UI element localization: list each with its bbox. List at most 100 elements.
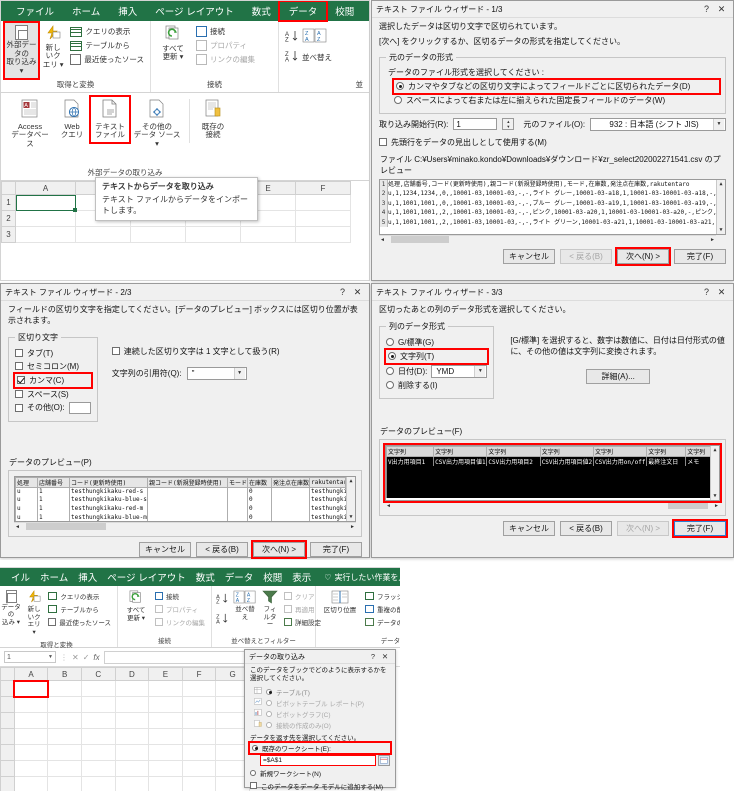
cell-a5-b[interactable] (13, 744, 49, 761)
sort-az-box[interactable]: ZAAZ (302, 28, 328, 45)
scroll-thumb[interactable] (390, 236, 449, 244)
scroll-left-icon[interactable]: ◄ (15, 524, 20, 530)
sort-az-icon[interactable]: AZ (216, 591, 229, 609)
cell-e5-b[interactable] (148, 744, 183, 761)
scroll-left-icon[interactable]: ◄ (386, 503, 391, 509)
cell-f2[interactable] (295, 210, 351, 227)
cell-b3[interactable] (75, 226, 131, 243)
radio-text[interactable]: 文字列(T) (383, 347, 490, 365)
cancel-button[interactable]: キャンセル (503, 520, 555, 536)
cell-b5-b[interactable] (47, 744, 82, 761)
cancel-button[interactable]: キャンセル (139, 541, 191, 557)
cancel-button[interactable]: キャンセル (503, 248, 555, 264)
new-query-button[interactable]: 新しいク エリ ▾ (41, 23, 65, 72)
refresh-all-button[interactable]: すべて 更新 ▾ (155, 23, 191, 64)
cell-a1-b[interactable] (13, 679, 49, 698)
tab-formulas-b[interactable]: 数式 (191, 568, 220, 586)
first-row-header-check[interactable]: 先頭行をデータの見出しとして使用する(M) (379, 137, 726, 148)
row-header-b2[interactable] (0, 696, 15, 713)
cell-d1-b[interactable] (114, 680, 150, 697)
col-header-e-b[interactable]: E (148, 667, 183, 681)
scroll-left-icon[interactable]: ◄ (380, 237, 385, 243)
cell-f3[interactable] (295, 226, 351, 243)
new-query-button-b[interactable]: 新しいク エリ ▾ (25, 588, 43, 638)
recent-sources-button-b[interactable]: 最近使ったソース (46, 616, 113, 628)
col-header-b-b[interactable]: B (47, 667, 82, 681)
cell-d6-b[interactable] (114, 760, 150, 777)
connections-button[interactable]: 接続 (194, 25, 257, 38)
date-format-select[interactable]: YMD ▼ (431, 364, 488, 378)
from-table-button[interactable]: テーブルから (68, 39, 146, 52)
cell-b7-b[interactable] (47, 776, 82, 791)
add-to-data-model-check[interactable]: このデータをデータ モデルに追加する(M) (250, 781, 390, 791)
connections-button-b[interactable]: 接続 (153, 590, 207, 602)
scroll-thumb[interactable] (25, 523, 106, 531)
origin-select[interactable]: 932 : 日本語 (シフト JIS) ▼ (590, 117, 726, 131)
wizard3-preview-vscroll[interactable]: ▲ ▼ (710, 445, 719, 500)
location-reference-input[interactable]: =$A$1 (260, 754, 376, 766)
cell-c7-b[interactable] (80, 776, 116, 791)
location-existing-sheet[interactable]: 既存のワークシート(E): (248, 740, 392, 755)
help-icon[interactable]: ? (367, 652, 379, 661)
cell-a4-b[interactable] (13, 728, 49, 745)
cell-a2-b[interactable] (13, 696, 49, 713)
cell-e4-b[interactable] (148, 728, 183, 745)
cell-a7-b[interactable] (13, 776, 49, 791)
confirm-entry-icon[interactable]: ✓ (83, 653, 90, 662)
cell-b4-b[interactable] (47, 728, 82, 745)
tab-review[interactable]: 校閲 (326, 2, 363, 20)
range-selector-icon[interactable] (378, 754, 390, 766)
cell-c1-b[interactable] (80, 680, 116, 697)
row-header-b7[interactable] (0, 776, 15, 791)
row-header-3[interactable]: 3 (1, 226, 16, 243)
cell-c2-b[interactable] (80, 696, 116, 713)
cell-e2-b[interactable] (148, 696, 183, 713)
start-row-spinner[interactable]: ▲ ▼ (502, 118, 515, 131)
col-header-a[interactable]: A (15, 181, 76, 195)
radio-skip[interactable]: 削除する(I) (386, 380, 487, 391)
tab-view-b[interactable]: 表示 (287, 568, 316, 586)
tab-insert-b[interactable]: 挿入 (73, 568, 102, 586)
tab-data[interactable]: データ (277, 1, 329, 22)
cell-b1-b[interactable] (47, 680, 82, 697)
row-header-b5[interactable] (0, 744, 15, 761)
show-queries-button-b[interactable]: クエリの表示 (46, 590, 113, 602)
tab-home[interactable]: ホーム (63, 2, 109, 20)
show-queries-button[interactable]: クエリの表示 (68, 25, 146, 38)
treat-consecutive-check[interactable]: 連続した区切り文字は 1 文字として扱う(R) (111, 346, 280, 357)
cell-b6-b[interactable] (47, 760, 82, 777)
col-header-d-b[interactable]: D (114, 667, 150, 681)
preview-horizontal-scrollbar[interactable]: ◄ ► (379, 234, 716, 244)
cell-a6-b[interactable] (13, 760, 49, 777)
cell-d3-b[interactable] (114, 712, 150, 729)
cell-e1-b[interactable] (148, 680, 183, 697)
help-icon[interactable]: ? (699, 4, 714, 14)
cell-c3[interactable] (130, 226, 186, 243)
cell-f7-b[interactable] (181, 776, 217, 791)
radio-date[interactable]: 日付(D): YMD ▼ (386, 364, 488, 378)
tab-page-layout-b[interactable]: ページ レイアウト (102, 568, 190, 586)
radio-general[interactable]: G/標準(G) (386, 337, 487, 348)
cell-d4-b[interactable] (114, 728, 150, 745)
cell-c3-b[interactable] (80, 712, 116, 729)
close-icon[interactable]: ✕ (714, 287, 729, 298)
refresh-all-button-b[interactable]: すべて 更新 ▾ (122, 588, 150, 624)
sort-za-icon[interactable]: ZA (216, 611, 229, 629)
gallery-item-web[interactable]: Web クエリ (55, 97, 89, 142)
remove-duplicates-button[interactable]: 重複の削除 (363, 603, 400, 615)
cell-e3-b[interactable] (148, 712, 183, 729)
row-header-2[interactable]: 2 (1, 210, 16, 227)
scroll-thumb[interactable] (668, 502, 709, 510)
tab-page-layout[interactable]: ページ レイアウト (146, 2, 242, 20)
start-row-input[interactable]: 1 (453, 118, 498, 131)
cell-a1[interactable] (15, 194, 78, 213)
advanced-button[interactable]: 詳細(A)... (586, 369, 651, 385)
cell-e3[interactable] (240, 226, 296, 243)
select-all-corner[interactable] (1, 181, 16, 195)
tab-review-b[interactable]: 校閲 (258, 568, 287, 586)
finish-button[interactable]: 完了(F) (674, 248, 726, 264)
filter-button-b[interactable]: フィルター (261, 588, 279, 631)
tell-me-search[interactable]: ♡ 実行したい作業を入力してください (316, 572, 400, 583)
back-button[interactable]: < 戻る(B) (196, 541, 248, 557)
cell-d2-b[interactable] (114, 696, 150, 713)
